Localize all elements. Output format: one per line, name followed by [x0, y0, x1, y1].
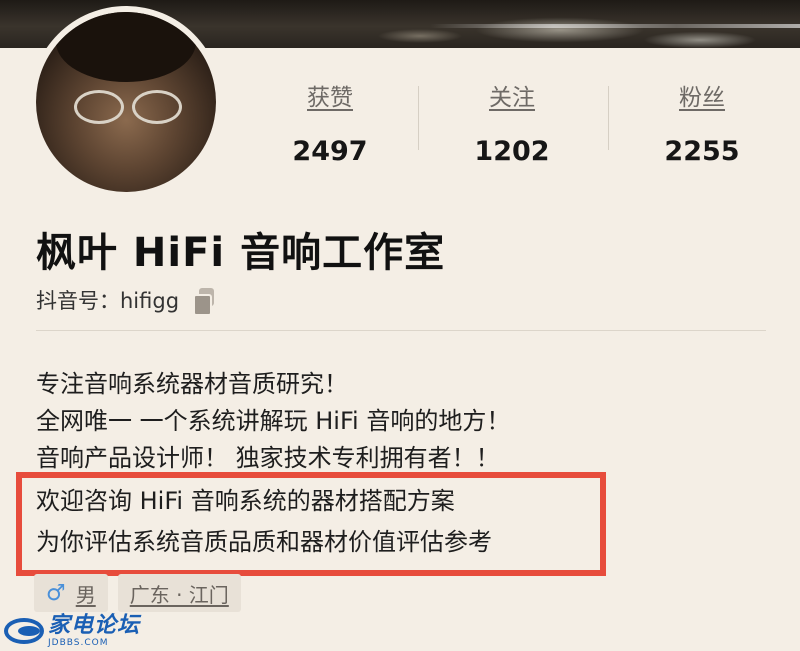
- profile-stats: 获赞 2497 关注 1202 粉丝 2255: [240, 78, 800, 168]
- stats-divider: [608, 86, 609, 150]
- profile-name: 枫叶 HiFi 音响工作室: [36, 230, 446, 276]
- stat-likes-value: 2497: [292, 136, 368, 167]
- section-divider: [36, 330, 766, 331]
- stat-likes-label[interactable]: 获赞: [240, 78, 420, 112]
- watermark-text: 家电论坛 JDBBS.COM: [48, 612, 141, 648]
- stat-following[interactable]: 关注 1202: [422, 78, 602, 167]
- avatar-hair: [56, 12, 196, 82]
- male-icon: ♂: [46, 580, 66, 606]
- stat-followers-label[interactable]: 粉丝: [612, 78, 792, 112]
- stat-followers-value: 2255: [664, 136, 740, 167]
- watermark-subtitle: JDBBS.COM: [48, 637, 109, 648]
- cover-light-reflection: [430, 24, 800, 28]
- bio-line: 专注音响系统器材音质研究！: [36, 370, 348, 398]
- watermark-title: 家电论坛: [48, 612, 141, 638]
- highlight-box: [16, 472, 606, 576]
- gender-tag[interactable]: ♂ 男: [34, 574, 108, 612]
- copy-icon[interactable]: [193, 288, 215, 316]
- stats-divider: [418, 86, 419, 150]
- watermark-logo-icon: [4, 618, 44, 644]
- location-tag[interactable]: 广东 · 江门: [117, 574, 241, 612]
- account-id-row: 抖音号：hifigg: [36, 285, 215, 316]
- gender-tag-label: 男: [75, 582, 96, 607]
- bio: 专注音响系统器材音质研究！ 全网唯一 一个系统讲解玩 HiFi 音响的地方！ 音…: [36, 366, 510, 477]
- avatar-glasses-right: [132, 90, 182, 124]
- stat-following-label[interactable]: 关注: [422, 78, 602, 112]
- profile-tags: ♂ 男 广东 · 江门: [34, 574, 241, 612]
- profile-page: 获赞 2497 关注 1202 粉丝 2255 枫叶 HiFi 音响工作室 抖音…: [0, 0, 800, 651]
- stat-following-value: 1202: [474, 136, 550, 167]
- stat-followers[interactable]: 粉丝 2255: [612, 78, 792, 167]
- bio-line: 全网唯一 一个系统讲解玩 HiFi 音响的地方！: [36, 407, 511, 435]
- stat-likes[interactable]: 获赞 2497: [240, 78, 420, 167]
- watermark: 家电论坛 JDBBS.COM: [4, 612, 140, 650]
- account-id: 抖音号：hifigg: [36, 289, 180, 313]
- avatar[interactable]: [30, 6, 222, 198]
- location-tag-label: 广东 · 江门: [129, 582, 229, 607]
- avatar-glasses-left: [74, 90, 124, 124]
- avatar-image: [36, 12, 216, 192]
